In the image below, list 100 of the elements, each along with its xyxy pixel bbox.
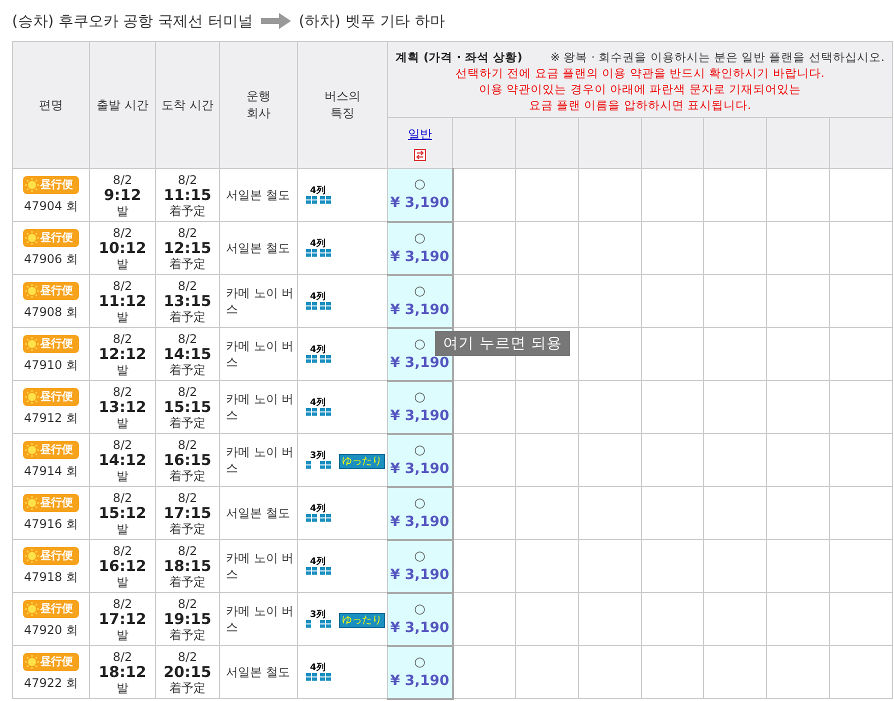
availability-mark: ○ xyxy=(414,442,426,458)
trip-number: 47908 회 xyxy=(23,304,79,320)
arrival-time: 18:15 xyxy=(162,558,212,574)
arrival-date: 8/2 xyxy=(176,226,198,240)
seat-label: 4列 xyxy=(309,345,326,355)
company-cell: 카메 노이 버스 xyxy=(220,540,298,592)
arrival-date: 8/2 xyxy=(176,490,198,504)
departure-date: 8/2 xyxy=(112,384,134,398)
service-badge: 昼行便 xyxy=(23,334,79,352)
arrival-label: 着予定 xyxy=(168,310,206,324)
arrival-label: 着予定 xyxy=(168,628,206,642)
departure-date: 8/2 xyxy=(112,596,134,610)
arrival-time: 13:15 xyxy=(162,292,212,310)
plan-cell[interactable]: ○ ¥ 3,190 xyxy=(388,646,452,698)
availability-mark: ○ xyxy=(414,654,426,670)
seat-label: 3列 xyxy=(309,451,326,461)
column-header: 버스의 특징 xyxy=(298,42,388,168)
boarding-stop: (승차) 후쿠오카 공항 국제선 터미널 xyxy=(12,12,253,30)
availability-mark: ○ xyxy=(414,548,426,564)
plan-cell[interactable]: ○ ¥ 3,190 xyxy=(388,168,452,222)
service-badge: 昼行便 xyxy=(23,440,79,458)
departure-time: 16:12 xyxy=(98,558,148,574)
arrival-label: 着予定 xyxy=(168,574,206,588)
availability-mark: ○ xyxy=(414,390,426,404)
availability-mark: ○ xyxy=(414,336,426,352)
departure-time: 17:12 xyxy=(98,610,148,628)
company-cell: 서일본 철도 xyxy=(220,486,298,540)
price: ¥ 3,190 xyxy=(390,248,450,266)
departure-date: 8/2 xyxy=(112,544,134,558)
departure-time: 9:12 xyxy=(102,186,142,204)
departure-label: 발 xyxy=(116,522,130,536)
arrival-label: 着予定 xyxy=(168,416,206,430)
plan-cell[interactable]: ○ ¥ 3,190 xyxy=(388,486,452,540)
departure-time: 18:12 xyxy=(98,664,148,680)
service-badge: 昼行便 xyxy=(23,652,79,670)
arrival-time: 15:15 xyxy=(162,398,212,416)
trip-number: 47922 회 xyxy=(23,674,79,692)
service-badge: 昼行便 xyxy=(23,176,79,194)
service-badge: 昼行便 xyxy=(23,228,79,246)
column-header: 운행 회사 xyxy=(220,42,298,168)
arrival-time: 14:15 xyxy=(162,346,212,362)
seats-icon xyxy=(306,196,334,204)
relaxed-seat-badge: ゆったり xyxy=(339,454,385,469)
departure-label: 발 xyxy=(116,680,130,694)
arrival-label: 着予定 xyxy=(168,362,206,376)
trip-number: 47904 회 xyxy=(23,198,79,214)
departure-date: 8/2 xyxy=(112,438,134,452)
seat-label: 4列 xyxy=(309,239,326,249)
swap-icon[interactable] xyxy=(414,148,426,160)
plan-cell[interactable]: ○ ¥ 3,190 xyxy=(388,274,452,328)
relaxed-seat-badge: ゆったり xyxy=(339,613,385,628)
seats-icon xyxy=(306,355,334,363)
arrival-time: 11:15 xyxy=(162,186,212,204)
seat-label: 4列 xyxy=(309,663,326,673)
trip-number: 47916 회 xyxy=(23,516,79,532)
arrival-date: 8/2 xyxy=(176,278,198,292)
arrival-time: 17:15 xyxy=(162,504,212,522)
trip-number: 47914 회 xyxy=(23,462,79,480)
departure-time: 13:12 xyxy=(98,398,148,416)
price: ¥ 3,190 xyxy=(390,408,450,424)
departure-date: 8/2 xyxy=(112,226,134,240)
plan-cell[interactable]: ○ ¥ 3,190 xyxy=(388,380,452,434)
departure-date: 8/2 xyxy=(112,650,134,664)
seat-label: 4列 xyxy=(309,292,326,302)
departure-label: 발 xyxy=(116,628,130,642)
warning-text: 선택하기 전에 요금 플랜의 이용 약관을 반드시 확인하시기 바랍니다. 이용 약관이있는 경우이 아래에 파란색 문자로 기재되어있는 요금 플랜 이름을 압하하시면 표시됩니다. xyxy=(454,65,826,113)
seat-label: 3列 xyxy=(309,610,326,620)
trip-number: 47906 회 xyxy=(23,250,79,268)
departure-date: 8/2 xyxy=(112,332,134,346)
trip-number: 47918 회 xyxy=(23,568,79,586)
arrival-date: 8/2 xyxy=(176,332,198,346)
departure-time: 15:12 xyxy=(98,504,148,522)
arrival-date: 8/2 xyxy=(176,172,198,186)
seats-icon xyxy=(306,620,334,628)
arrival-date: 8/2 xyxy=(176,438,198,452)
plan-cell[interactable]: ○ ¥ 3,190 xyxy=(388,540,452,592)
service-badge: 昼行便 xyxy=(23,546,79,564)
arrival-time: 20:15 xyxy=(162,664,212,680)
seats-icon xyxy=(306,302,334,310)
arrival-label: 着予定 xyxy=(168,468,206,482)
seat-label: 4列 xyxy=(309,186,326,196)
departure-label: 발 xyxy=(116,468,130,482)
plan-cell[interactable]: ○ ¥ 3,190 xyxy=(388,592,452,646)
arrival-date: 8/2 xyxy=(176,384,198,398)
service-badge: 昼行便 xyxy=(23,282,79,300)
price: ¥ 3,190 xyxy=(390,672,450,690)
plan-cell[interactable]: ○ ¥ 3,190 xyxy=(388,222,452,274)
price: ¥ 3,190 xyxy=(390,354,450,372)
plan-link[interactable]: 일반 xyxy=(408,126,432,142)
trip-number: 47912 회 xyxy=(23,410,79,426)
company-cell: 카메 노이 버스 xyxy=(220,328,298,380)
plan-cell[interactable]: ○ ¥ 3,190 xyxy=(388,434,452,486)
plan-note: ※ 왕복 · 회수권을 이용하시는 분은 일반 플랜을 선택하십시오. xyxy=(550,50,885,65)
seats-icon xyxy=(306,567,334,575)
availability-mark: ○ xyxy=(414,496,426,510)
trip-number: 47920 회 xyxy=(23,622,79,638)
availability-mark: ○ xyxy=(414,284,426,298)
departure-label: 발 xyxy=(116,310,130,324)
seat-label: 4列 xyxy=(309,557,326,567)
column-header: 도착 시간 xyxy=(156,42,220,168)
